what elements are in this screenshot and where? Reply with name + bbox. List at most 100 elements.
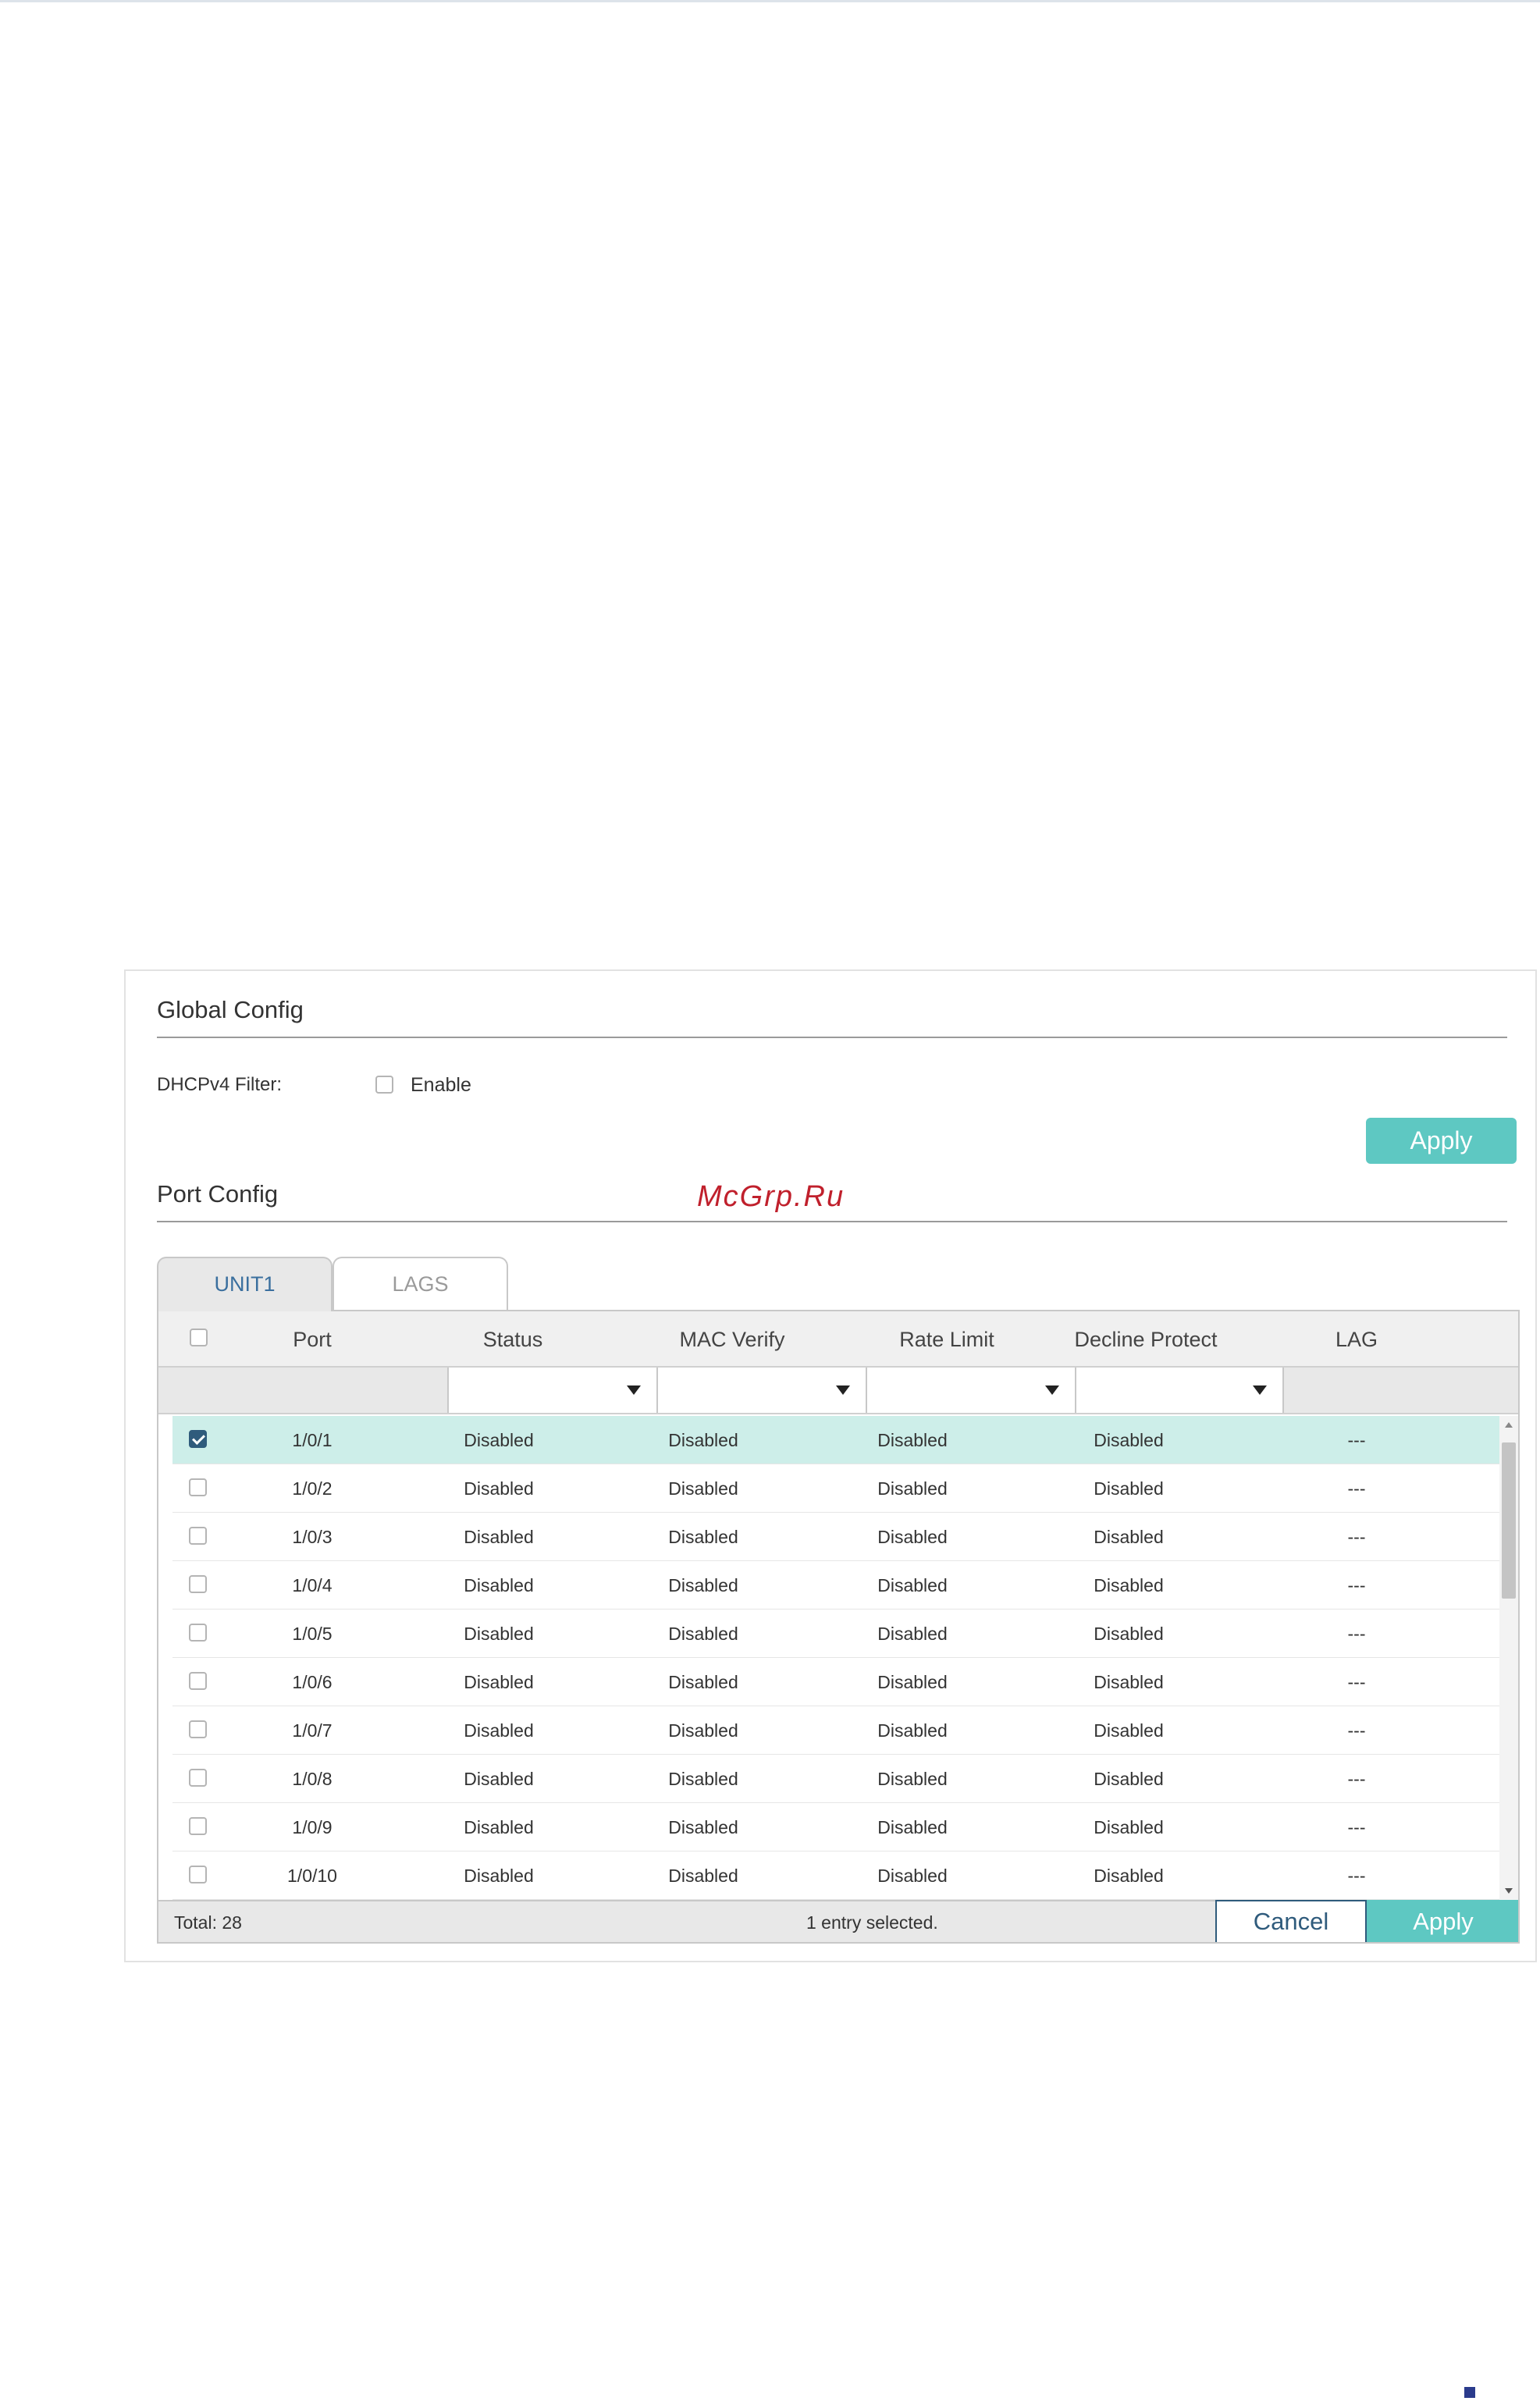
column-filter-bar (158, 1368, 1518, 1414)
decline-protect-cell: Disabled (1094, 1527, 1164, 1547)
table-row[interactable]: 1/0/8 Disabled Disabled Disabled Disabled --- (172, 1755, 1504, 1803)
rate-limit-cell: Disabled (877, 1478, 948, 1499)
table-header: Port Status MAC Verify Rate Limit Declin… (158, 1311, 1518, 1368)
port-config-table: Port Status MAC Verify Rate Limit Declin… (157, 1310, 1520, 1944)
table-row[interactable]: 1/0/2 Disabled Disabled Disabled Disabled --- (172, 1464, 1504, 1513)
mac-verify-cell: Disabled (668, 1527, 738, 1547)
lag-cell: --- (1347, 1769, 1366, 1789)
lag-cell: --- (1347, 1866, 1366, 1886)
row-checkbox[interactable] (189, 1817, 207, 1835)
mac-verify-cell: Disabled (668, 1624, 738, 1644)
table-row[interactable]: 1/0/4 Disabled Disabled Disabled Disabled --- (172, 1561, 1504, 1610)
table-row[interactable]: 1/0/10 Disabled Disabled Disabled Disabled --… (172, 1851, 1504, 1900)
chevron-down-icon (1253, 1385, 1267, 1395)
dhcp-filter-panel: Global Config DHCPv4 Filter: Enable Appl… (124, 969, 1537, 1962)
rate-limit-cell: Disabled (877, 1527, 948, 1547)
table-scrollbar[interactable] (1499, 1416, 1518, 1900)
decline-protect-cell: Disabled (1094, 1866, 1164, 1886)
row-checkbox[interactable] (189, 1866, 207, 1883)
table-row[interactable]: 1/0/6 Disabled Disabled Disabled Disabled --- (172, 1658, 1504, 1706)
scroll-down-icon[interactable] (1505, 1888, 1513, 1894)
row-checkbox[interactable] (189, 1769, 207, 1787)
tab-lags[interactable]: LAGS (333, 1257, 508, 1310)
mac-verify-cell: Disabled (668, 1575, 738, 1595)
mac-verify-cell: Disabled (668, 1866, 738, 1886)
rate-limit-cell: Disabled (877, 1817, 948, 1837)
table-footer: Total: 28 1 entry selected. Cancel Apply (158, 1900, 1518, 1942)
corner-mark (1464, 2387, 1475, 2398)
global-apply-button[interactable]: Apply (1366, 1118, 1517, 1164)
mac-verify-cell: Disabled (668, 1720, 738, 1741)
mac-verify-filter-select[interactable] (656, 1368, 866, 1413)
table-body: 1/0/1 Disabled Disabled Disabled Disabled ---… (172, 1416, 1504, 1900)
rate-limit-cell: Disabled (877, 1720, 948, 1741)
port-apply-button[interactable]: Apply (1367, 1900, 1518, 1942)
tab-unit1[interactable]: UNIT1 (157, 1257, 333, 1311)
row-checkbox[interactable] (189, 1575, 207, 1593)
lag-cell: --- (1347, 1720, 1366, 1741)
column-header-mac-verify: MAC Verify (679, 1328, 785, 1351)
chevron-down-icon (1045, 1385, 1059, 1395)
table-row[interactable]: 1/0/3 Disabled Disabled Disabled Disabled --- (172, 1513, 1504, 1561)
enable-label[interactable]: Enable (411, 1069, 471, 1101)
port-cell: 1/0/7 (292, 1720, 333, 1741)
status-cell: Disabled (464, 1478, 534, 1499)
column-header-lag: LAG (1335, 1328, 1378, 1351)
decline-protect-cell: Disabled (1094, 1720, 1164, 1741)
row-checkbox[interactable] (189, 1430, 207, 1448)
rate-limit-cell: Disabled (877, 1769, 948, 1789)
status-cell: Disabled (464, 1720, 534, 1741)
table-row[interactable]: 1/0/1 Disabled Disabled Disabled Disabled --- (172, 1416, 1504, 1464)
decline-protect-cell: Disabled (1094, 1478, 1164, 1499)
lag-cell: --- (1347, 1672, 1366, 1692)
mac-verify-cell: Disabled (668, 1430, 738, 1450)
unit-tabs: UNIT1 LAGS (157, 1257, 516, 1311)
decline-protect-cell: Disabled (1094, 1672, 1164, 1692)
table-row[interactable]: 1/0/5 Disabled Disabled Disabled Disabled --- (172, 1610, 1504, 1658)
row-checkbox[interactable] (189, 1478, 207, 1496)
table-row[interactable]: 1/0/7 Disabled Disabled Disabled Disabled --- (172, 1706, 1504, 1755)
chevron-down-icon (836, 1385, 850, 1395)
status-cell: Disabled (464, 1575, 534, 1595)
decline-protect-filter-select[interactable] (1075, 1368, 1284, 1413)
port-cell: 1/0/3 (292, 1527, 333, 1547)
top-divider (0, 0, 1540, 2)
row-checkbox[interactable] (189, 1624, 207, 1642)
column-header-port: Port (293, 1328, 332, 1351)
row-checkbox[interactable] (189, 1720, 207, 1738)
chevron-down-icon (627, 1385, 641, 1395)
rate-limit-cell: Disabled (877, 1672, 948, 1692)
lag-cell: --- (1347, 1430, 1366, 1450)
port-cell: 1/0/2 (292, 1478, 333, 1499)
cancel-button[interactable]: Cancel (1215, 1900, 1367, 1942)
lag-cell: --- (1347, 1817, 1366, 1837)
lag-cell: --- (1347, 1527, 1366, 1547)
row-checkbox[interactable] (189, 1527, 207, 1545)
status-cell: Disabled (464, 1817, 534, 1837)
port-cell: 1/0/6 (292, 1672, 333, 1692)
decline-protect-cell: Disabled (1094, 1430, 1164, 1450)
enable-checkbox[interactable] (375, 1076, 393, 1094)
mac-verify-cell: Disabled (668, 1817, 738, 1837)
rate-limit-filter-select[interactable] (866, 1368, 1075, 1413)
status-filter-select[interactable] (447, 1368, 656, 1413)
row-checkbox[interactable] (189, 1672, 207, 1690)
status-cell: Disabled (464, 1430, 534, 1450)
table-row[interactable]: 1/0/9 Disabled Disabled Disabled Disabled --- (172, 1803, 1504, 1851)
status-cell: Disabled (464, 1866, 534, 1886)
decline-protect-cell: Disabled (1094, 1817, 1164, 1837)
status-cell: Disabled (464, 1672, 534, 1692)
global-config-title: Global Config (157, 993, 1507, 1038)
lag-cell: --- (1347, 1478, 1366, 1499)
mac-verify-cell: Disabled (668, 1672, 738, 1692)
rate-limit-cell: Disabled (877, 1575, 948, 1595)
port-cell: 1/0/8 (292, 1769, 333, 1789)
lag-cell: --- (1347, 1624, 1366, 1644)
column-header-status: Status (482, 1328, 543, 1351)
rate-limit-cell: Disabled (877, 1624, 948, 1644)
select-all-checkbox[interactable] (190, 1329, 208, 1346)
scroll-thumb[interactable] (1502, 1442, 1516, 1599)
lag-cell: --- (1347, 1575, 1366, 1595)
scroll-up-icon[interactable] (1505, 1422, 1513, 1428)
mac-verify-cell: Disabled (668, 1478, 738, 1499)
